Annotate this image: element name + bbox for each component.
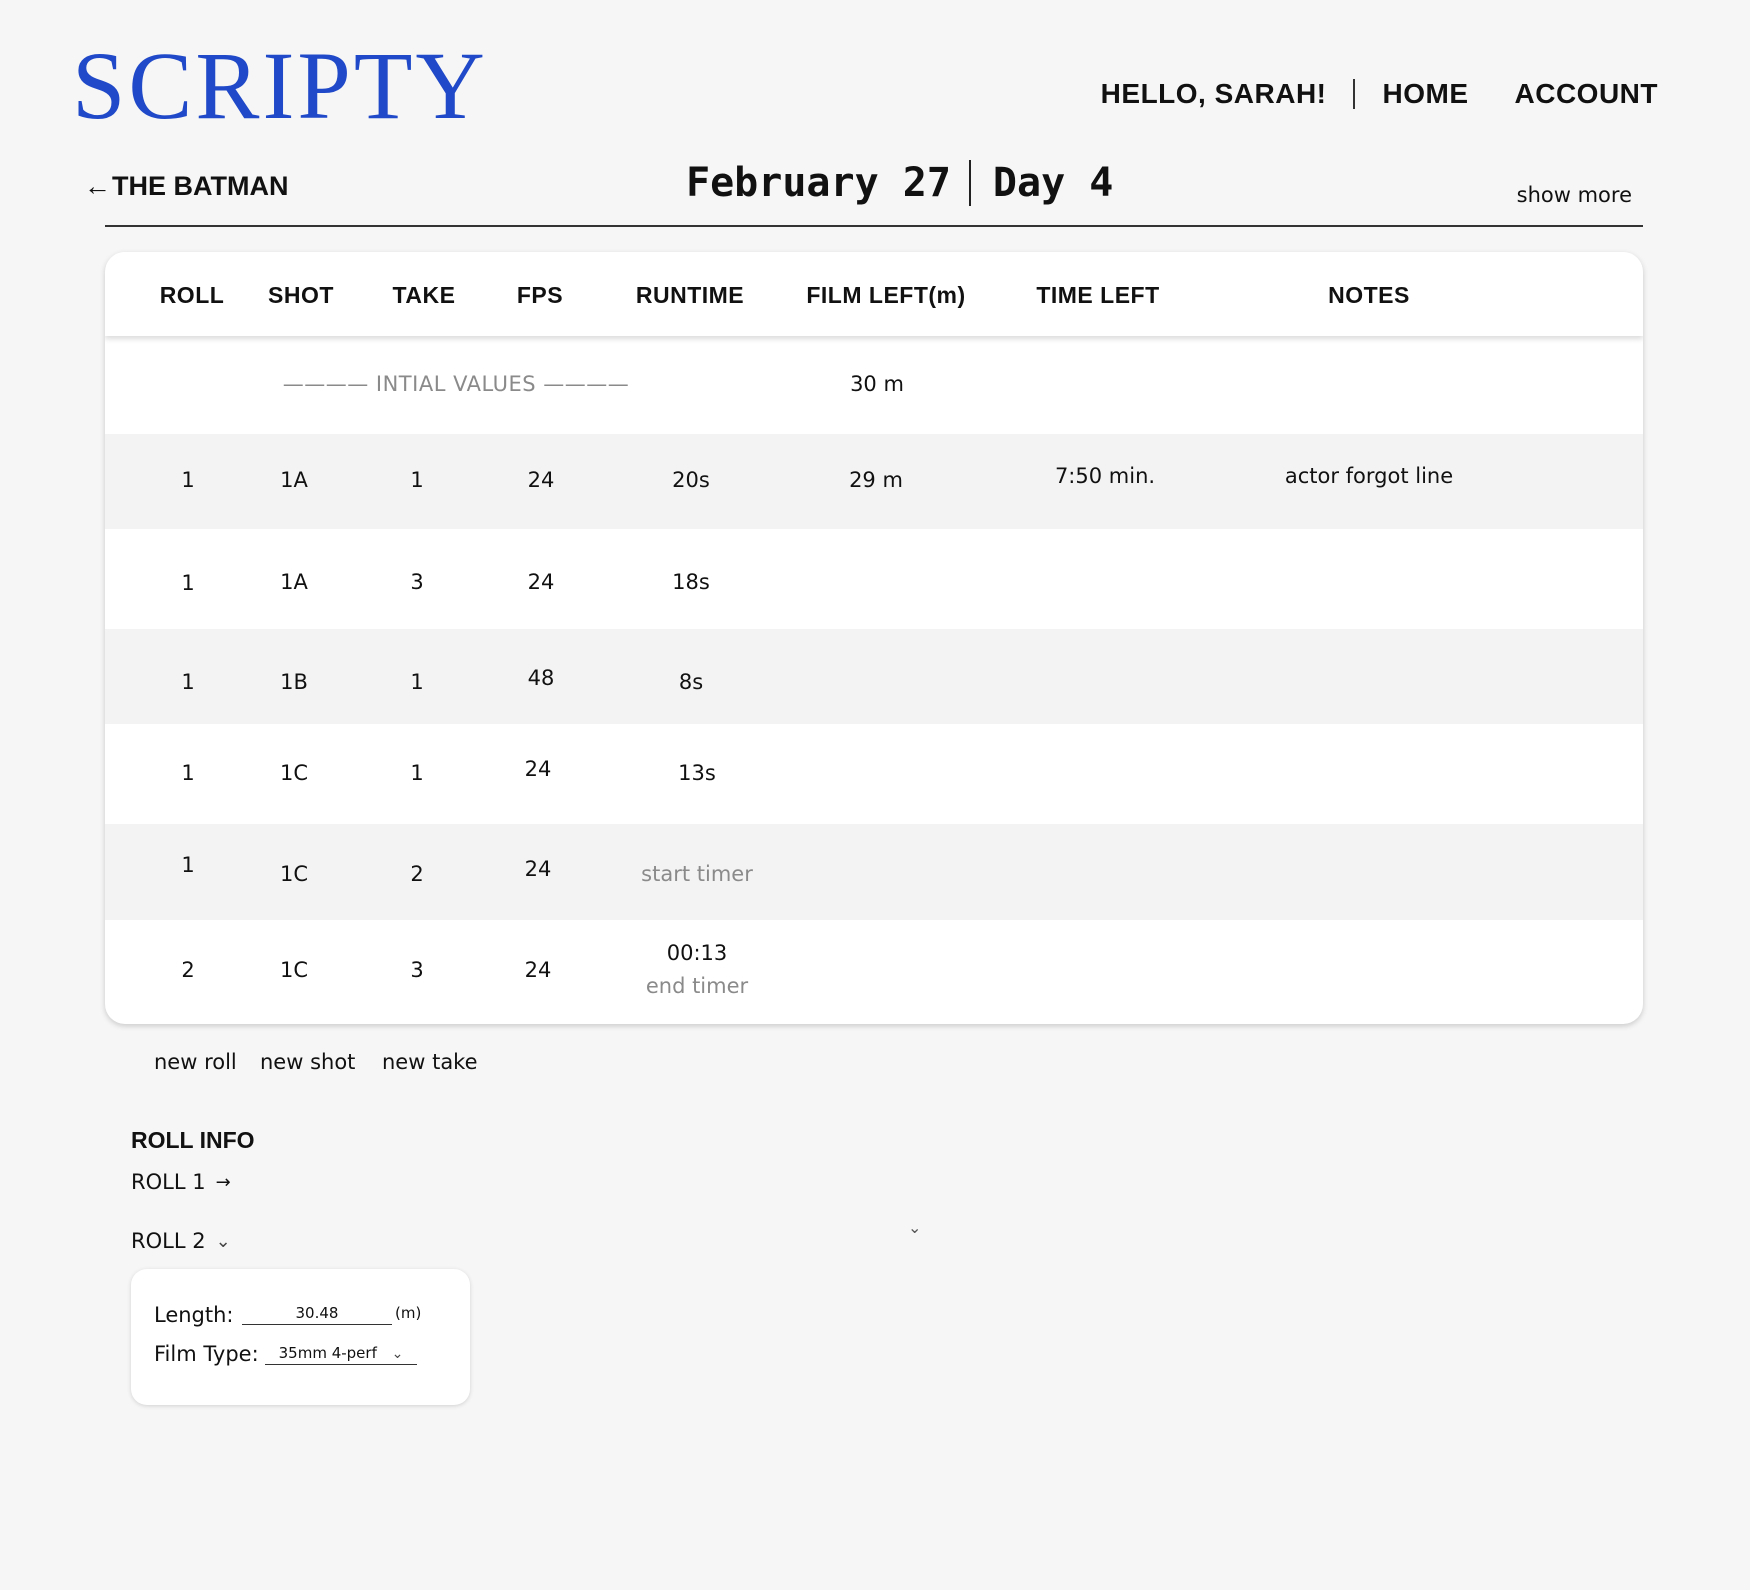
- cell-fps: 24: [524, 958, 552, 982]
- cell-take: 1: [410, 670, 424, 694]
- start-timer-button[interactable]: start timer: [641, 862, 753, 886]
- cell-take: 3: [410, 958, 424, 982]
- project-title: THE BATMAN: [112, 171, 289, 201]
- cell-fps: 48: [527, 666, 555, 690]
- end-timer-button[interactable]: end timer: [646, 974, 748, 998]
- shoot-date: February 27: [686, 160, 951, 206]
- roll-2-label: ROLL 2: [131, 1229, 206, 1253]
- table-row[interactable]: 1 1A 3 24 18s: [105, 529, 1643, 629]
- length-label: Length:: [154, 1303, 234, 1327]
- initial-values-label: ———— INTIAL VALUES ————: [282, 372, 630, 396]
- column-header-shot: SHOT: [268, 282, 334, 308]
- roll-info-heading: ROLL INFO: [131, 1127, 255, 1153]
- chevron-down-icon: ⌄: [215, 1230, 231, 1252]
- cell-notes[interactable]: actor forgot line: [1285, 464, 1453, 488]
- cell-shot: 1B: [280, 670, 308, 694]
- table-row[interactable]: 1 1B 1 48 8s: [105, 629, 1643, 724]
- cell-shot: 1A: [280, 570, 308, 594]
- initial-values-row: ———— INTIAL VALUES ———— 30 m: [105, 336, 1643, 434]
- roll-1-toggle[interactable]: ROLL 1 →: [131, 1170, 231, 1194]
- timer-display: 00:13: [666, 941, 728, 965]
- length-unit: (m): [395, 1304, 422, 1322]
- film-type-label: Film Type:: [154, 1342, 259, 1366]
- cell-fps: 24: [524, 857, 552, 881]
- app-logo: SCRIPTY: [72, 32, 488, 139]
- new-take-button[interactable]: new take: [382, 1050, 478, 1074]
- cell-runtime: 13s: [678, 761, 716, 785]
- cell-runtime: 20s: [672, 468, 710, 492]
- cell-shot: 1C: [279, 761, 309, 785]
- film-type-value: 35mm 4-perf: [278, 1344, 377, 1362]
- roll-2-toggle[interactable]: ROLL 2 ⌄: [131, 1229, 231, 1253]
- cell-runtime: 18s: [672, 570, 710, 594]
- column-header-notes: NOTES: [1328, 282, 1410, 308]
- column-header-time-left: TIME LEFT: [1036, 282, 1160, 308]
- back-to-project-link[interactable]: ←THE BATMAN: [84, 171, 288, 202]
- cell-take: 1: [410, 761, 424, 785]
- column-header-roll: ROLL: [159, 282, 225, 308]
- shoot-day: Day 4: [992, 160, 1114, 206]
- top-nav: HELLO, SARAH! HOME ACCOUNT: [1101, 78, 1658, 110]
- new-shot-button[interactable]: new shot: [260, 1050, 355, 1074]
- user-greeting: HELLO, SARAH!: [1100, 78, 1327, 109]
- chevron-down-icon: ⌄: [391, 1346, 404, 1362]
- length-input[interactable]: 30.48: [242, 1304, 392, 1325]
- column-header-runtime: RUNTIME: [635, 282, 745, 308]
- film-type-select[interactable]: 35mm 4-perf ⌄: [265, 1344, 417, 1365]
- new-roll-button[interactable]: new roll: [154, 1050, 237, 1074]
- cell-runtime: 8s: [678, 670, 704, 694]
- cell-shot: 1C: [279, 862, 309, 886]
- column-header-fps: FPS: [516, 282, 564, 308]
- shot-log-table: ROLL SHOT TAKE FPS RUNTIME FILM LEFT(m) …: [105, 252, 1643, 1024]
- table-row[interactable]: 1 1A 1 24 20s 29 m 7:50 min. actor forgo…: [105, 434, 1643, 529]
- table-header: ROLL SHOT TAKE FPS RUNTIME FILM LEFT(m) …: [105, 252, 1643, 336]
- column-header-film-left: FILM LEFT(m): [806, 282, 966, 308]
- cell-roll: 2: [181, 958, 195, 982]
- nav-home-link[interactable]: HOME: [1383, 78, 1469, 110]
- cell-fps: 24: [524, 757, 552, 781]
- cell-roll: 1: [181, 761, 195, 785]
- show-more-link[interactable]: show more: [1517, 183, 1632, 207]
- cell-roll: 1: [181, 571, 195, 595]
- nav-divider: [1352, 79, 1355, 109]
- date-divider: [968, 160, 971, 206]
- nav-account-link[interactable]: ACCOUNT: [1515, 78, 1659, 110]
- cell-roll: 1: [181, 853, 195, 877]
- cell-take: 2: [410, 862, 424, 886]
- right-arrow-icon: →: [215, 1171, 231, 1193]
- cell-roll: 1: [181, 468, 195, 492]
- cell-roll: 1: [181, 670, 195, 694]
- header-divider: [105, 225, 1643, 227]
- cell-shot: 1A: [280, 468, 308, 492]
- table-row[interactable]: 2 1C 3 24 00:13 end timer: [105, 920, 1643, 1024]
- cell-take: 1: [410, 468, 424, 492]
- table-row[interactable]: 1 1C 2 24 start timer: [105, 824, 1643, 920]
- cell-fps: 24: [527, 468, 555, 492]
- cell-take: 3: [410, 570, 424, 594]
- column-header-take: TAKE: [392, 282, 456, 308]
- roll-1-label: ROLL 1: [131, 1170, 206, 1194]
- roll-2-details: Length: 30.48 (m) Film Type: 35mm 4-perf…: [131, 1269, 470, 1405]
- date-heading: February 27 Day 4: [686, 160, 1113, 206]
- left-arrow-icon: ←: [84, 171, 111, 201]
- cell-time-left: 7:50 min.: [1054, 464, 1156, 488]
- table-row[interactable]: 1 1C 1 24 13s: [105, 724, 1643, 824]
- cell-fps: 24: [527, 570, 555, 594]
- cell-film-left: 29 m: [849, 468, 903, 492]
- cell-shot: 1C: [279, 958, 309, 982]
- chevron-down-icon[interactable]: ⌄: [908, 1218, 921, 1237]
- initial-film-left: 30 m: [850, 372, 904, 396]
